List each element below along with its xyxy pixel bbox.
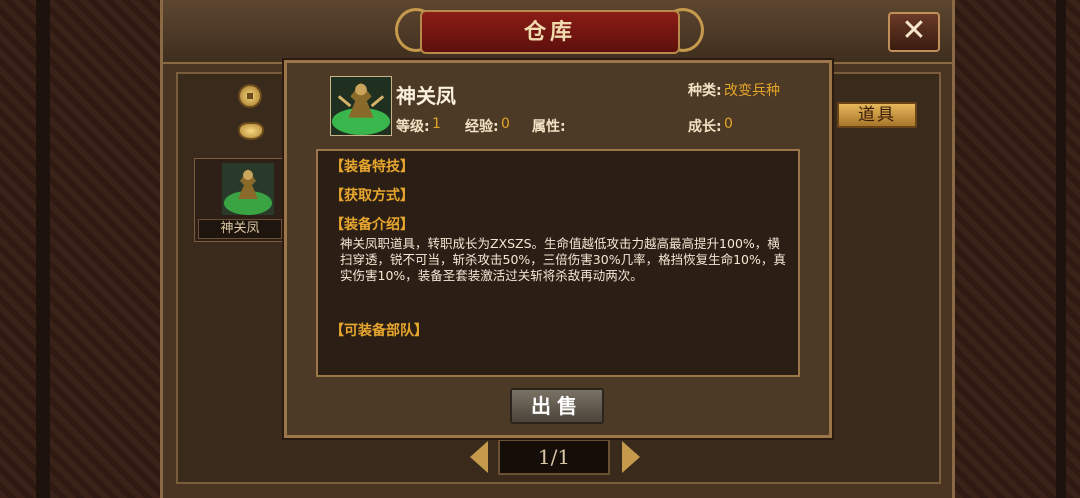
item-name: 神关凤 [396, 84, 456, 108]
attribute-label: 属性: [532, 119, 566, 135]
level-label: 等级: [396, 119, 430, 135]
type-label: 种类: [688, 83, 722, 99]
tab-items[interactable]: 道具 [837, 102, 917, 128]
gold-ingot-icon[interactable] [238, 122, 264, 140]
exp-value: 0 [501, 116, 510, 132]
close-button[interactable]: ✕ [888, 12, 940, 52]
type-value: 改变兵种 [724, 83, 780, 99]
section-obtain: 【获取方式】 [330, 188, 414, 204]
item-thumbnail [222, 163, 274, 215]
section-skill: 【装备特技】 [330, 159, 414, 175]
sell-button[interactable]: 出售 [510, 388, 604, 424]
page-indicator: 1/1 [498, 439, 610, 475]
level-value: 1 [432, 116, 441, 132]
section-equip-units: 【可装备部队】 [330, 323, 428, 339]
section-intro: 【装备介绍】 [330, 217, 414, 233]
prev-page-arrow-icon[interactable] [470, 441, 488, 473]
item-portrait [330, 76, 392, 136]
item-description: 神关凤职道具，转职成长为ZXSZS。生命值越低攻击力越高最高提升100%，横扫穿… [340, 236, 786, 283]
window-title: 仓库 [523, 20, 576, 45]
growth-label: 成长: [688, 119, 722, 135]
next-page-arrow-icon[interactable] [622, 441, 640, 473]
coin-icon[interactable] [238, 84, 262, 108]
close-icon: ✕ [901, 13, 927, 48]
background-left [0, 0, 160, 498]
background-strip [36, 0, 50, 498]
growth-value: 0 [724, 116, 733, 132]
slot-item-name: 神关凤 [198, 219, 282, 239]
background-strip [1056, 0, 1066, 498]
exp-label: 经验: [465, 119, 499, 135]
